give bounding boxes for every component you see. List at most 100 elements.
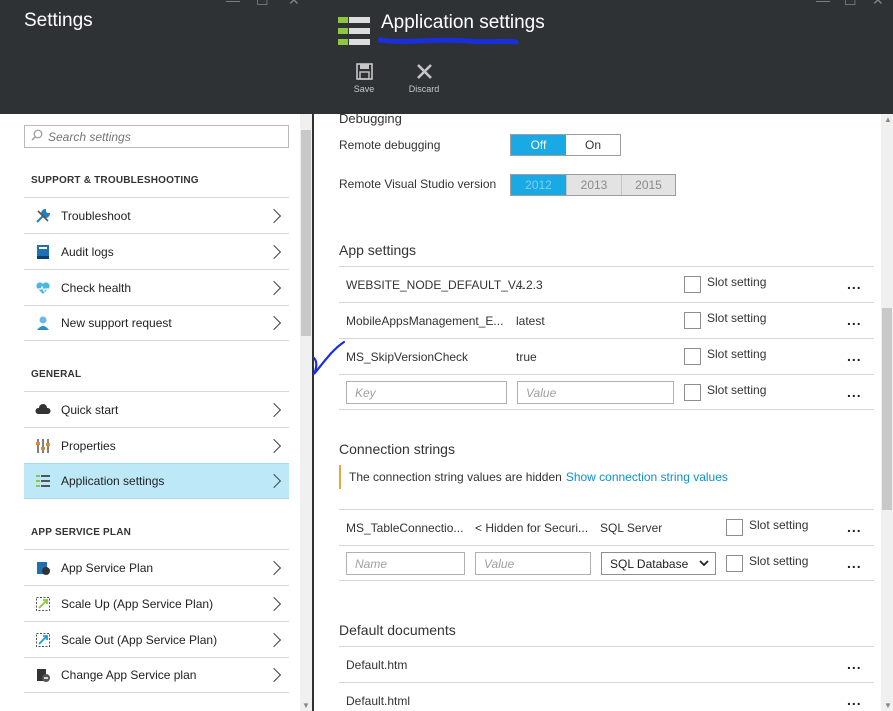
vs-version-label: Remote Visual Studio version <box>339 177 497 191</box>
change-plan-icon <box>35 667 51 683</box>
search-input[interactable] <box>48 129 268 144</box>
more-options-icon[interactable]: ... <box>847 692 862 708</box>
slot-setting-checkbox[interactable] <box>726 555 743 572</box>
close-icon[interactable]: ✕ <box>872 0 884 9</box>
sidebar-item-check-health[interactable]: Check health <box>24 269 289 305</box>
search-icon <box>31 128 43 146</box>
sidebar-item-new-support-request[interactable]: New support request <box>24 305 289 341</box>
setting-key[interactable]: WEBSITE_NODE_DEFAULT_V... <box>346 278 525 292</box>
slot-setting-checkbox[interactable] <box>684 384 701 401</box>
more-options-icon[interactable]: ... <box>847 276 862 292</box>
blade-title: Application settings <box>381 12 545 33</box>
search-settings-box[interactable] <box>24 125 289 148</box>
scroll-up-icon[interactable]: ▲ <box>884 115 892 124</box>
chevron-right-icon <box>266 244 282 259</box>
connection-type[interactable]: SQL Server <box>600 521 662 535</box>
setting-key[interactable]: MobileAppsManagement_E... <box>346 314 503 328</box>
slot-setting-label: Slot setting <box>707 383 767 397</box>
more-options-icon[interactable]: ... <box>847 519 862 535</box>
chevron-right-icon <box>266 632 282 647</box>
slot-setting-label: Slot setting <box>707 347 767 361</box>
sidebar-item-application-settings[interactable]: Application settings <box>24 463 289 499</box>
discard-button[interactable]: Discard <box>402 63 446 94</box>
sidebar-item-quick-start[interactable]: Quick start <box>24 391 289 427</box>
more-options-icon[interactable]: ... <box>847 656 862 672</box>
save-label: Save <box>353 84 375 94</box>
document-name[interactable]: Default.html <box>346 694 410 708</box>
vs-2012-option: 2012 <box>511 175 566 195</box>
section-label-general: GENERAL <box>31 369 82 380</box>
connection-value[interactable]: < Hidden for Securi... <box>475 521 588 535</box>
sidebar-item-label: Check health <box>61 280 132 295</box>
toggle-off-option[interactable]: Off <box>511 135 566 155</box>
connection-string-new-row: SQL Database Slot setting ... <box>339 545 874 581</box>
more-options-icon[interactable]: ... <box>847 312 862 328</box>
default-document-row: Default.htm ... <box>339 646 874 682</box>
remote-debugging-label: Remote debugging <box>339 138 441 152</box>
slot-setting-label: Slot setting <box>707 275 767 289</box>
settings-blade-title: Settings <box>24 10 93 31</box>
slot-setting-label: Slot setting <box>749 518 809 532</box>
application-settings-header: Application settings — ☐ ✕ Save Discard <box>314 0 893 114</box>
toggle-on-option[interactable]: On <box>566 135 620 155</box>
chevron-right-icon <box>266 667 282 683</box>
connection-type-select[interactable]: SQL Database <box>601 552 716 575</box>
close-icon[interactable]: ✕ <box>288 0 300 9</box>
sidebar-item-change-plan[interactable]: Change App Service plan <box>24 657 289 693</box>
slot-setting-checkbox[interactable] <box>684 312 701 329</box>
show-connection-strings-link[interactable]: Show connection string values <box>566 470 728 484</box>
slot-setting-checkbox[interactable] <box>684 276 701 293</box>
sidebar-item-scale-out[interactable]: Scale Out (App Service Plan) <box>24 621 289 657</box>
sidebar-item-audit-logs[interactable]: Audit logs <box>24 233 289 269</box>
connection-name[interactable]: MS_TableConnectio... <box>346 521 463 535</box>
default-document-row: Default.html ... <box>339 682 874 711</box>
discard-icon <box>416 64 432 79</box>
chevron-right-icon <box>266 315 282 331</box>
sidebar-item-label: Scale Out (App Service Plan) <box>61 632 218 647</box>
setting-value[interactable]: latest <box>516 314 545 328</box>
key-input[interactable] <box>346 381 507 404</box>
app-settings-heading: App settings <box>339 242 417 258</box>
setting-value[interactable]: true <box>516 350 537 364</box>
more-options-icon[interactable]: ... <box>847 384 862 400</box>
maximize-icon[interactable]: ☐ <box>256 0 269 9</box>
value-input[interactable] <box>475 552 591 575</box>
sidebar-item-scale-up[interactable]: Scale Up (App Service Plan) <box>24 585 289 621</box>
document-name[interactable]: Default.htm <box>346 658 407 672</box>
support-person-icon <box>35 315 51 331</box>
vs-2013-option: 2013 <box>566 175 621 195</box>
slot-setting-checkbox[interactable] <box>684 348 701 365</box>
left-scrollbar-thumb[interactable] <box>301 130 311 336</box>
sidebar-item-app-service-plan[interactable]: App Service Plan <box>24 549 289 585</box>
list-settings-icon <box>35 473 51 489</box>
right-scrollbar-thumb[interactable] <box>882 308 892 510</box>
connection-strings-heading: Connection strings <box>339 441 455 457</box>
scroll-down-icon[interactable]: ▼ <box>884 701 892 710</box>
sidebar-item-label: Quick start <box>61 402 119 417</box>
redaction-scribble <box>378 37 519 45</box>
save-button[interactable]: Save <box>342 63 386 94</box>
slot-setting-checkbox[interactable] <box>726 519 743 536</box>
remote-debugging-toggle[interactable]: Off On <box>510 134 621 156</box>
chevron-right-icon <box>266 596 282 611</box>
sidebar-item-label: Troubleshoot <box>61 208 131 223</box>
sidebar-item-label: New support request <box>61 316 172 330</box>
more-options-icon[interactable]: ... <box>847 348 862 364</box>
section-label-support: SUPPORT & TROUBLESHOOTING <box>31 175 199 186</box>
sidebar-item-properties[interactable]: Properties <box>24 427 289 463</box>
minimize-icon[interactable]: — <box>816 0 830 8</box>
more-options-icon[interactable]: ... <box>847 555 862 571</box>
minimize-icon[interactable]: — <box>226 0 240 8</box>
setting-value[interactable]: 4.2.3 <box>516 278 543 292</box>
setting-key[interactable]: MS_SkipVersionCheck <box>346 350 468 364</box>
sidebar-item-label: App Service Plan <box>61 560 154 575</box>
connection-type-selected: SQL Database <box>610 556 689 571</box>
sidebar-item-troubleshoot[interactable]: Troubleshoot <box>24 197 289 233</box>
maximize-icon[interactable]: ☐ <box>844 0 857 9</box>
app-setting-row: MobileAppsManagement_E... latest Slot se… <box>339 302 874 338</box>
value-input[interactable] <box>517 381 674 404</box>
sidebar-item-label: Audit logs <box>61 244 114 259</box>
name-input[interactable] <box>346 552 465 575</box>
scroll-down-icon[interactable]: ▼ <box>302 701 310 710</box>
connection-string-row: MS_TableConnectio... < Hidden for Securi… <box>339 509 874 545</box>
